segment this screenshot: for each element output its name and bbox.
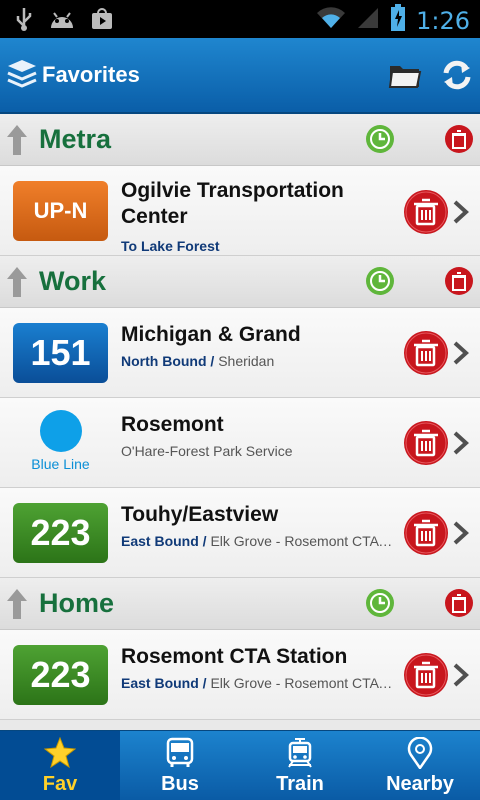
route-destination: O'Hare-Forest Park Service	[121, 443, 293, 459]
stop-name: Ogilvie Transportation Center	[121, 179, 344, 228]
bus-icon	[165, 737, 195, 774]
group-title: Work	[39, 266, 107, 296]
android-icon	[48, 8, 76, 35]
signal-icon	[356, 6, 380, 35]
delete-group-button[interactable]	[444, 588, 474, 623]
list-item[interactable]: 223 Touhy/Eastview East Bound / Elk Grov…	[0, 488, 480, 578]
chevron-right-icon[interactable]	[452, 431, 470, 460]
chevron-right-icon[interactable]	[452, 521, 470, 550]
blue-line-dot-icon	[39, 410, 82, 452]
route-direction: East Bound /	[121, 675, 207, 691]
route-destination: Elk Grove - Rosemont CTA Station	[210, 533, 396, 549]
tab-label: Fav	[42, 773, 78, 795]
route-direction: North Bound /	[121, 353, 215, 369]
usb-icon	[14, 6, 34, 37]
delete-button[interactable]	[403, 510, 449, 561]
stop-name: Rosemont	[121, 413, 224, 436]
delete-button[interactable]	[403, 330, 449, 381]
list-item[interactable]: 223 Rosemont CTA Station East Bound / El…	[0, 630, 480, 720]
list-item[interactable]: UP-N Ogilvie Transportation Center To La…	[0, 166, 480, 256]
tab-label: Nearby	[386, 773, 454, 795]
delete-button[interactable]	[403, 189, 449, 240]
stop-name: Touhy/Eastview	[121, 503, 279, 526]
line-name: Blue Line	[31, 456, 90, 472]
route-direction: East Bound /	[121, 533, 207, 549]
page-title: Favorites	[42, 62, 140, 87]
tab-label: Bus	[161, 773, 199, 795]
tab-nearby[interactable]: Nearby	[360, 731, 480, 800]
blue-line-badge: Blue Line	[13, 410, 108, 476]
star-icon	[43, 736, 77, 774]
group-header-metra: Metra	[0, 114, 480, 166]
delete-button[interactable]	[403, 652, 449, 703]
train-icon	[285, 737, 315, 774]
favorites-list[interactable]: Metra UP-N Ogilvie Transportation Center…	[0, 114, 480, 730]
play-store-icon	[90, 7, 114, 36]
status-clock: 1:26	[416, 6, 470, 35]
list-item[interactable]: Blue Line Rosemont O'Hare-Forest Park Se…	[0, 398, 480, 488]
tab-label: Train	[276, 773, 324, 795]
tab-fav[interactable]: Fav	[0, 731, 120, 800]
delete-group-button[interactable]	[444, 124, 474, 159]
delete-group-button[interactable]	[444, 266, 474, 301]
route-info: East Bound / Elk Grove - Rosemont CTA St…	[121, 675, 396, 691]
status-bar: 1:26	[0, 0, 480, 38]
route-badge: 223	[13, 645, 108, 705]
route-info: East Bound / Elk Grove - Rosemont CTA St…	[121, 533, 396, 549]
app-bar: Favorites	[0, 38, 480, 114]
route-destination: Sheridan	[218, 353, 275, 369]
route-direction: To Lake Forest	[121, 238, 220, 254]
tab-bus[interactable]: Bus	[120, 731, 240, 800]
chevron-right-icon[interactable]	[452, 663, 470, 692]
clock-icon[interactable]	[365, 124, 395, 159]
battery-icon	[390, 4, 406, 37]
stop-name: Michigan & Grand	[121, 323, 301, 346]
chevron-right-icon[interactable]	[452, 200, 470, 229]
refresh-icon[interactable]	[436, 54, 478, 96]
chevron-right-icon[interactable]	[452, 341, 470, 370]
route-info: North Bound / Sheridan	[121, 353, 396, 369]
clock-icon[interactable]	[365, 266, 395, 301]
location-pin-icon	[407, 736, 433, 774]
delete-button[interactable]	[403, 420, 449, 471]
group-header-work: Work	[0, 256, 480, 308]
tab-train[interactable]: Train	[240, 731, 360, 800]
layers-icon[interactable]	[6, 58, 38, 95]
clock-icon[interactable]	[365, 588, 395, 623]
route-destination: Elk Grove - Rosemont CTA Station	[210, 675, 396, 691]
arrow-up-icon[interactable]	[6, 266, 28, 303]
folder-icon[interactable]	[384, 54, 426, 96]
group-header-home: Home	[0, 578, 480, 630]
list-item[interactable]: 151 Michigan & Grand North Bound / Sheri…	[0, 308, 480, 398]
stop-name: Rosemont CTA Station	[121, 645, 348, 668]
group-title: Home	[39, 588, 115, 618]
route-badge: 151	[13, 323, 108, 383]
group-title: Metra	[39, 124, 112, 154]
arrow-up-icon[interactable]	[6, 124, 28, 161]
wifi-icon	[316, 6, 346, 35]
route-badge: UP-N	[13, 181, 108, 241]
arrow-up-icon[interactable]	[6, 588, 28, 625]
bottom-tab-bar: Fav Bus Train Nearby	[0, 730, 480, 800]
route-badge: 223	[13, 503, 108, 563]
